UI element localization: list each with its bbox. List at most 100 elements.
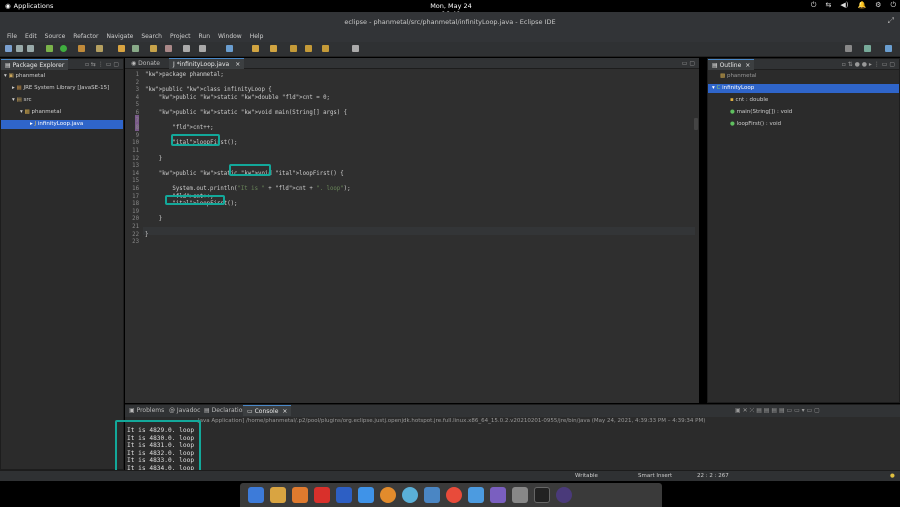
applications-menu[interactable]: ◉ Applications (5, 2, 53, 10)
menu-edit[interactable]: Edit (21, 31, 41, 42)
terminal-app-icon[interactable] (534, 487, 550, 503)
back-icon[interactable] (305, 45, 312, 52)
store-app-icon[interactable] (490, 487, 506, 503)
whitespace-icon[interactable] (226, 45, 233, 52)
system-top-bar: ◉Applications Mon, May 24 16:40 ⏻ ⇆ ◀) 🔔… (0, 0, 900, 18)
close-tab-icon[interactable]: × (235, 61, 240, 68)
tree-item-infinityloop-java[interactable]: ▸ J infinityLoop.java (1, 120, 123, 129)
menu-help[interactable]: Help (246, 31, 268, 42)
menu-run[interactable]: Run (195, 31, 215, 42)
tip-icon[interactable]: ● (890, 473, 895, 479)
pen-icon[interactable] (165, 45, 172, 52)
tab-javadoc[interactable]: @ Javadoc (165, 405, 204, 416)
close-tab-icon[interactable]: × (745, 62, 750, 69)
menu-refactor[interactable]: Refactor (69, 31, 102, 42)
java-perspective-icon[interactable] (885, 45, 892, 52)
power-indicator-icon[interactable]: ⏻ (811, 1, 817, 10)
open-type-icon[interactable] (118, 45, 125, 52)
network-icon[interactable]: ⇆ (825, 1, 831, 10)
annotation-icon[interactable] (150, 45, 157, 52)
tab-console[interactable]: ▭ Console × (243, 405, 292, 416)
toggle-breadcrumb-icon[interactable] (183, 45, 190, 52)
line-number: 20 (132, 216, 139, 223)
tab-infinityloop-java[interactable]: J *infinityLoop.java × (169, 58, 245, 69)
outline-method-main[interactable]: ● main(String[]) : void (730, 108, 792, 117)
youtube-app-icon[interactable] (314, 487, 330, 503)
save-all-icon[interactable] (27, 45, 34, 52)
tab-outline[interactable]: ▤ Outline × (708, 59, 755, 70)
bottom-panel: ▣ Problems @ Javadoc ▤ Declaration ▭ Con… (125, 404, 900, 472)
music-app-icon[interactable] (292, 487, 308, 503)
line-number: 13 (132, 163, 139, 170)
menu-bar: File Edit Source Refactor Navigate Searc… (0, 31, 900, 42)
line-number: 18 (132, 201, 139, 208)
outline-package[interactable]: ▩ phanmetal (720, 72, 757, 81)
search-toolbar-icon[interactable] (132, 45, 139, 52)
menu-window[interactable]: Window (214, 31, 246, 42)
outline-icon: ▤ (712, 62, 720, 69)
forward-icon[interactable] (322, 45, 329, 52)
code-line: "kw">package phanmetal; (145, 72, 224, 78)
debug-icon[interactable] (46, 45, 53, 52)
next-annotation-icon[interactable] (252, 45, 259, 52)
menu-navigate[interactable]: Navigate (102, 31, 137, 42)
mail-app-icon[interactable] (270, 487, 286, 503)
run-icon[interactable] (60, 45, 67, 52)
files-app-icon[interactable] (248, 487, 264, 503)
search-icon[interactable] (845, 45, 852, 52)
menu-source[interactable]: Source (41, 31, 70, 42)
new-icon[interactable] (5, 45, 12, 52)
code-editor[interactable]: ◉ Donate J *infinityLoop.java × ▭ ▢ 1 "kw"… (125, 58, 699, 403)
color-picker-app-icon[interactable] (402, 487, 418, 503)
close-tab-icon[interactable]: × (282, 408, 287, 415)
notes-app-icon[interactable] (336, 487, 352, 503)
tree-item-project[interactable]: ▾ ▣ phanmetal (4, 72, 45, 81)
outline-method-loopfirst[interactable]: ● loopFirst() : void (730, 120, 781, 129)
settings-app-icon[interactable] (468, 487, 484, 503)
code-line: } (145, 231, 149, 238)
save-icon[interactable] (16, 45, 23, 52)
tab-package-explorer[interactable]: ▤ Package Explorer (1, 59, 69, 70)
tree-item-jre[interactable]: ▸ ▦ JRE System Library [JavaSE-15] (12, 84, 109, 93)
eclipse-app-icon[interactable] (556, 487, 572, 503)
line-number: 5 (135, 102, 139, 109)
editor-min-max-icon[interactable]: ▭ ▢ (682, 60, 695, 67)
external-tools-icon[interactable] (78, 45, 85, 52)
outline-pane: ▤ Outline × ▫ ⇅ ● ● ▸ ⋮ ▭ ▢ ▩ phanmetal ▾… (707, 58, 900, 403)
line-number: 16 (132, 186, 139, 192)
folder-app-icon[interactable] (424, 487, 440, 503)
mark-occurrences-icon[interactable] (199, 45, 206, 52)
outline-field-cnt[interactable]: ▪ cnt : double (730, 96, 768, 105)
line-number: 3 (135, 87, 139, 94)
line-number: 7 (135, 117, 139, 124)
tree-item-src[interactable]: ▾ ▤ src (12, 96, 32, 105)
view-menu-icon[interactable]: ▫ ⇆ ⋮ ▭ ▢ (85, 61, 119, 68)
open-perspective-icon[interactable] (864, 45, 871, 52)
last-edit-icon[interactable] (290, 45, 297, 52)
system-app-icon[interactable] (512, 487, 528, 503)
settings-icon[interactable]: ⚙ (875, 1, 881, 10)
line-number: 17 (132, 193, 139, 200)
tasks-app-icon[interactable] (358, 487, 374, 503)
menu-project[interactable]: Project (166, 31, 195, 42)
power-icon[interactable]: ⏻ (890, 1, 896, 10)
new-java-project-icon[interactable] (96, 45, 103, 52)
maximize-icon[interactable]: ⤢ (888, 16, 894, 26)
editor-scrollbar[interactable] (694, 118, 698, 130)
menu-file[interactable]: File (3, 31, 21, 42)
tree-item-package[interactable]: ▾ ▩ phanmetal (20, 108, 61, 117)
menu-search[interactable]: Search (137, 31, 166, 42)
tab-problems[interactable]: ▣ Problems (125, 405, 168, 416)
notification-icon[interactable]: 🔔 (857, 1, 866, 10)
tab-donate[interactable]: ◉ Donate (127, 58, 164, 69)
blender-app-icon[interactable] (380, 487, 396, 503)
code-line: System.out.println("It is " + "fld">cnt … (145, 186, 351, 192)
outline-class[interactable]: ▾ C infinityLoop (708, 84, 899, 93)
pin-editor-icon[interactable] (352, 45, 359, 52)
chrome-app-icon[interactable] (446, 487, 462, 503)
volume-icon[interactable]: ◀) (840, 1, 848, 10)
prev-annotation-icon[interactable] (270, 45, 277, 52)
outline-toolbar-icon[interactable]: ▫ ⇅ ● ● ▸ ⋮ ▭ ▢ (842, 61, 895, 68)
line-number: 8 (135, 125, 139, 132)
console-toolbar-icon[interactable]: ▣ ✕ ⤫ ▤ ▤ ▤ ▤ ▭ ▭ ▾ ▭ ▢ (735, 407, 820, 415)
